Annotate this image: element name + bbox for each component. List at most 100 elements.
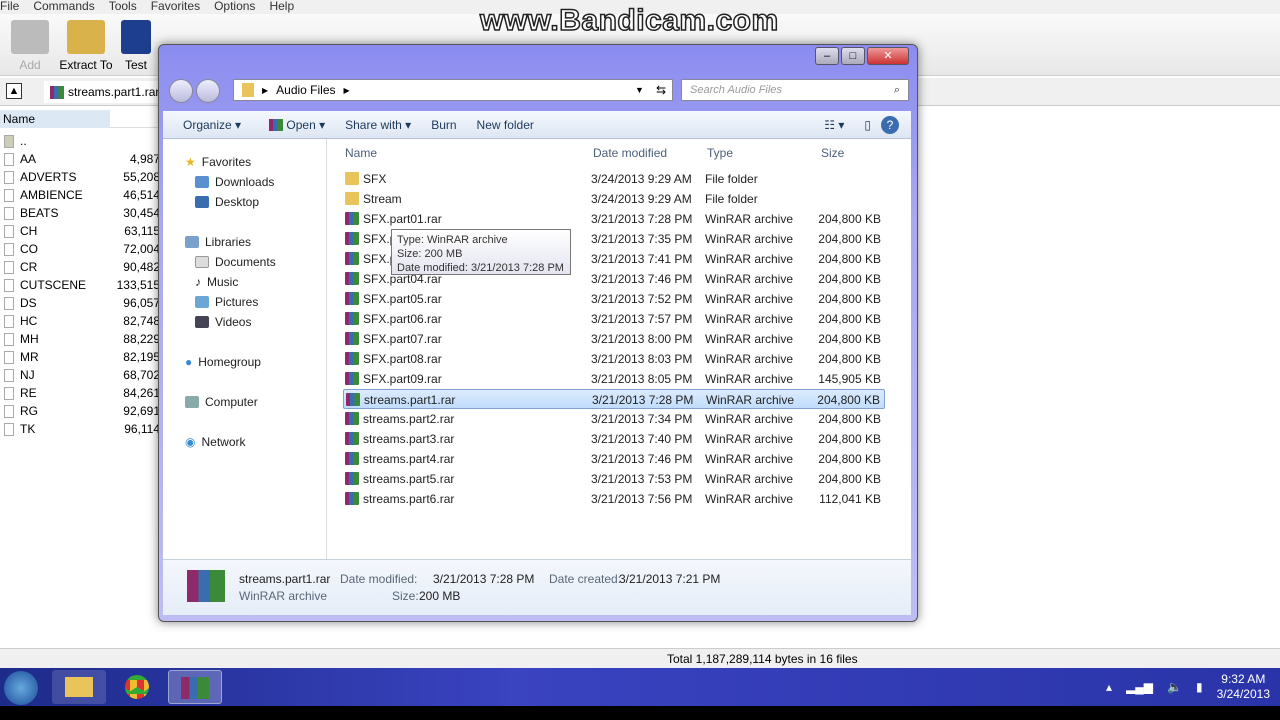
menu-commands[interactable]: Commands	[33, 0, 94, 14]
file-row[interactable]: streams.part4.rar 3/21/2013 7:46 PM WinR…	[343, 449, 885, 469]
taskbar-explorer[interactable]	[52, 670, 106, 704]
archive-list-item[interactable]: BEATS 30,454	[0, 204, 160, 222]
file-row[interactable]: streams.part6.rar 3/21/2013 7:56 PM WinR…	[343, 489, 885, 509]
address-bar[interactable]: ▶ Audio Files ▶ ▼ ⇆	[233, 79, 673, 101]
nav-documents[interactable]: Documents	[195, 255, 276, 269]
header-date[interactable]: Date modified	[593, 146, 667, 160]
file-row[interactable]: streams.part1.rar 3/21/2013 7:28 PM WinR…	[343, 389, 885, 409]
new-folder-button[interactable]: New folder	[467, 118, 544, 132]
archive-list-item[interactable]: MH 88,229	[0, 330, 160, 348]
nav-favorites[interactable]: ★ Favorites	[185, 155, 251, 169]
file-row[interactable]: streams.part3.rar 3/21/2013 7:40 PM WinR…	[343, 429, 885, 449]
up-row[interactable]: ..	[0, 132, 160, 150]
show-hidden-icons[interactable]: ▴	[1106, 680, 1112, 694]
volume-icon[interactable]: 🔈	[1167, 680, 1182, 694]
battery-icon[interactable]: ▮	[1196, 680, 1203, 694]
archive-list-item[interactable]: NJ 68,702	[0, 366, 160, 384]
organize-button[interactable]: Organize ▾	[163, 118, 251, 132]
open-button[interactable]: Open ▾	[251, 118, 335, 132]
file-type: WinRAR archive	[705, 492, 794, 506]
archive-list-item[interactable]: CO 72,004	[0, 240, 160, 258]
start-button[interactable]	[4, 671, 38, 705]
path-segment[interactable]: Audio Files	[276, 83, 335, 97]
file-row[interactable]: Stream 3/24/2013 9:29 AM File folder	[343, 189, 885, 209]
file-type: WinRAR archive	[705, 292, 794, 306]
menu-file[interactable]: File	[0, 0, 19, 14]
file-type: WinRAR archive	[705, 412, 794, 426]
maximize-button[interactable]: □	[841, 47, 865, 65]
file-row[interactable]: SFX.part05.rar 3/21/2013 7:52 PM WinRAR …	[343, 289, 885, 309]
nav-desktop[interactable]: Desktop	[195, 195, 259, 209]
header-type[interactable]: Type	[707, 146, 733, 160]
chevron-right-icon: ▶	[343, 85, 350, 95]
column-header-name[interactable]: Name	[0, 110, 160, 128]
file-row[interactable]: SFX 3/24/2013 9:29 AM File folder	[343, 169, 885, 189]
header-name[interactable]: Name	[345, 146, 377, 160]
archive-list-item[interactable]: TK 96,114	[0, 420, 160, 438]
share-with-button[interactable]: Share with ▾	[335, 118, 421, 132]
dropdown-icon[interactable]: ▼	[635, 85, 644, 95]
name-header[interactable]: Name	[0, 110, 110, 128]
help-icon[interactable]: ?	[881, 115, 899, 134]
menu-tools[interactable]: Tools	[109, 0, 137, 14]
archive-list-item[interactable]: RG 92,691	[0, 402, 160, 420]
nav-music[interactable]: ♪ Music	[195, 275, 238, 289]
archive-path[interactable]: streams.part1.rar	[44, 81, 164, 103]
nav-pictures[interactable]: Pictures	[195, 295, 258, 309]
view-options-icon[interactable]: ☷ ▾	[814, 118, 854, 132]
nav-videos[interactable]: Videos	[195, 315, 251, 329]
nav-computer[interactable]: Computer	[185, 395, 258, 409]
item-size: 46,514	[123, 188, 160, 202]
extract-to-button[interactable]: Extract To	[58, 20, 114, 72]
file-row[interactable]: streams.part5.rar 3/21/2013 7:53 PM WinR…	[343, 469, 885, 489]
file-name: SFX.part05.rar	[363, 292, 442, 306]
file-row[interactable]: SFX.part07.rar 3/21/2013 8:00 PM WinRAR …	[343, 329, 885, 349]
up-folder-icon[interactable]: ▲	[6, 83, 22, 99]
file-row[interactable]: SFX.part08.rar 3/21/2013 8:03 PM WinRAR …	[343, 349, 885, 369]
test-button[interactable]: Test	[114, 20, 158, 72]
forward-button[interactable]	[196, 79, 221, 103]
preview-pane-icon[interactable]: ▯	[854, 118, 881, 132]
details-created: 3/21/2013 7:21 PM	[619, 572, 721, 586]
file-row[interactable]: streams.part2.rar 3/21/2013 7:34 PM WinR…	[343, 409, 885, 429]
file-type: WinRAR archive	[705, 332, 794, 346]
archive-list-item[interactable]: ADVERTS 55,208	[0, 168, 160, 186]
nav-downloads[interactable]: Downloads	[195, 175, 274, 189]
signal-icon[interactable]: ▂▄▆	[1126, 680, 1153, 694]
file-row[interactable]: SFX.part06.rar 3/21/2013 7:57 PM WinRAR …	[343, 309, 885, 329]
archive-list-item[interactable]: DS 96,057	[0, 294, 160, 312]
file-type: File folder	[705, 172, 758, 186]
archive-list-item[interactable]: HC 82,748	[0, 312, 160, 330]
archive-list-item[interactable]: CH 63,115	[0, 222, 160, 240]
rar-icon	[345, 252, 359, 265]
menu-favorites[interactable]: Favorites	[151, 0, 200, 14]
clock[interactable]: 9:32 AM 3/24/2013	[1217, 672, 1270, 702]
item-size: 96,057	[123, 296, 160, 310]
archive-list-item[interactable]: RE 84,261	[0, 384, 160, 402]
burn-button[interactable]: Burn	[421, 118, 466, 132]
back-button[interactable]	[169, 79, 193, 103]
add-button[interactable]: Add	[2, 20, 58, 72]
file-row[interactable]: SFX.part01.rar 3/21/2013 7:28 PM WinRAR …	[343, 209, 885, 229]
archive-list-item[interactable]: AMBIENCE 46,514	[0, 186, 160, 204]
header-size[interactable]: Size	[821, 146, 844, 160]
close-button[interactable]: ✕	[867, 47, 909, 65]
menu-help[interactable]: Help	[269, 0, 294, 14]
menu-options[interactable]: Options	[214, 0, 255, 14]
file-row[interactable]: SFX.part09.rar 3/21/2013 8:05 PM WinRAR …	[343, 369, 885, 389]
archive-list-item[interactable]: AA 4,987	[0, 150, 160, 168]
nav-homegroup[interactable]: ● Homegroup	[185, 355, 261, 369]
archive-list-item[interactable]: MR 82,195	[0, 348, 160, 366]
search-input[interactable]: Search Audio Files ⌕	[681, 79, 909, 101]
refresh-icon[interactable]: ⇆	[656, 83, 666, 97]
minimize-button[interactable]: –	[815, 47, 839, 65]
nav-libraries[interactable]: Libraries	[185, 235, 251, 249]
item-name: TK	[20, 422, 36, 436]
taskbar-chrome[interactable]	[110, 670, 164, 704]
nav-network[interactable]: ◉ Network	[185, 435, 246, 449]
archive-list-item[interactable]: CUTSCENE 133,515	[0, 276, 160, 294]
taskbar-winrar[interactable]	[168, 670, 222, 704]
nav-label: Downloads	[215, 175, 275, 189]
archive-list-item[interactable]: CR 90,482	[0, 258, 160, 276]
nav-label: Desktop	[215, 195, 260, 209]
